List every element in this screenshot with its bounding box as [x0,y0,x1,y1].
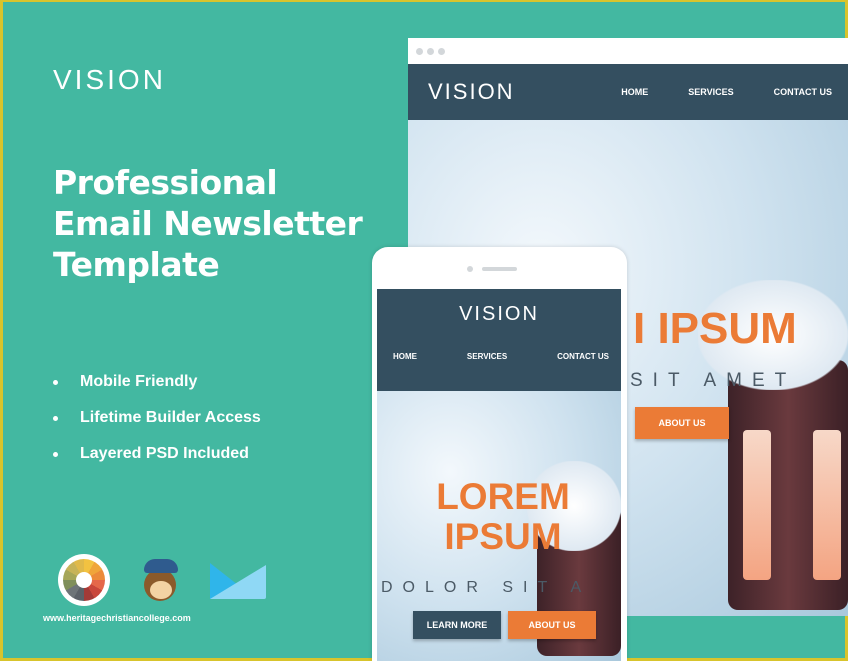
nav-contact[interactable]: CONTACT US [774,87,832,97]
hero-title: LOREM IPSUM [433,477,573,557]
headline-line: Template [53,245,220,284]
feature-item: Mobile Friendly [53,364,261,400]
speaker-icon [482,267,517,271]
browser-bar [408,38,848,64]
hero-title: I IPSUM [633,304,797,353]
hero-subtitle: SIT AMET [630,370,797,391]
nav-home[interactable]: HOME [393,352,417,361]
window-dot-icon [427,47,434,55]
hero-title-line: LOREM [436,476,570,517]
bullet-icon [53,379,58,385]
window-dot-icon [416,47,423,55]
nav-home[interactable]: HOME [621,87,648,97]
camera-icon [467,266,473,272]
nav-services[interactable]: SERVICES [467,352,507,361]
about-us-button[interactable]: ABOUT US [635,407,729,439]
mobile-screen: VISION HOME SERVICES CONTACT US LOREM IP… [377,289,621,661]
headline-line: Email Newsletter [53,204,363,243]
headline: Professional Email Newsletter Template [53,162,363,285]
bullet-icon [53,451,58,457]
window-dot-icon [438,47,445,55]
hero-subtitle: DOLOR SIT A [381,579,592,596]
feature-item: Lifetime Builder Access [53,400,261,436]
desktop-logo: VISION [428,79,515,104]
desktop-nav: VISION HOME SERVICES CONTACT US [408,64,848,120]
mobile-logo: VISION [459,303,539,325]
learn-more-button[interactable]: LEARN MORE [413,611,501,639]
about-us-button[interactable]: ABOUT US [508,611,596,639]
feature-item: Layered PSD Included [53,436,261,472]
feature-list: Mobile Friendly Lifetime Builder Access … [53,364,261,472]
color-wheel-icon [58,554,110,606]
nav-contact[interactable]: CONTACT US [557,352,609,361]
feature-label: Layered PSD Included [80,445,249,462]
headline-line: Professional [53,163,278,202]
mobile-nav: VISION HOME SERVICES CONTACT US [377,289,621,391]
nav-services[interactable]: SERVICES [688,87,733,97]
promo-banner: VISION Professional Email Newsletter Tem… [0,0,848,661]
mailchimp-icon [140,557,180,603]
mobile-mockup: VISION HOME SERVICES CONTACT US LOREM IP… [372,247,627,661]
mobile-hero: LOREM IPSUM DOLOR SIT A LEARN MORE ABOUT… [377,391,621,661]
hero-title-line: IPSUM [444,516,562,557]
watermark: www.heritagechristiancollege.com [43,613,191,623]
feature-label: Lifetime Builder Access [80,409,261,426]
feature-label: Mobile Friendly [80,373,198,390]
logo-row [58,554,266,606]
campaign-monitor-icon [210,563,266,599]
bullet-icon [53,415,58,421]
brand-logo: VISION [53,64,166,95]
